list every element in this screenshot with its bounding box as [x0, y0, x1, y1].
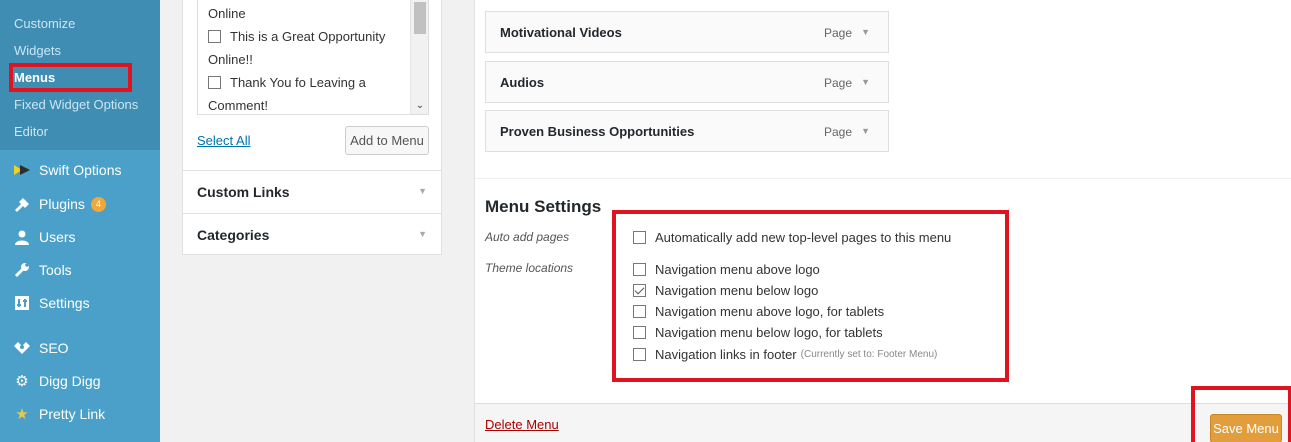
- list-item-label: Thank You fo Leaving a: [230, 75, 366, 90]
- plugin-icon: [12, 194, 32, 214]
- sidebar-item-label: Pretty Link: [39, 406, 106, 422]
- chevron-down-icon[interactable]: ⌄: [411, 100, 428, 111]
- sidebar-item-tools[interactable]: Tools: [12, 259, 72, 281]
- add-menu-items-panel: Online This is a Great Opportunity Onlin…: [182, 0, 442, 255]
- menu-structure-area: Motivational Videos Page ▼ Audios Page ▼…: [474, 0, 1291, 442]
- add-to-menu-button[interactable]: Add to Menu: [345, 126, 429, 155]
- checklist-scrollbar[interactable]: ⌄: [410, 0, 428, 114]
- swift-icon: [12, 160, 32, 180]
- accordion-custom-links[interactable]: Custom Links ▼: [183, 170, 441, 213]
- sidebar-item-label: Swift Options: [39, 162, 122, 178]
- pages-checklist[interactable]: Online This is a Great Opportunity Onlin…: [197, 0, 429, 115]
- users-icon: [12, 227, 32, 247]
- list-item[interactable]: Thank You fo Leaving a: [208, 75, 366, 90]
- menu-item[interactable]: Audios Page ▼: [485, 61, 889, 103]
- sidebar-item-label: Settings: [39, 295, 90, 311]
- menu-item-title: Audios: [500, 75, 545, 90]
- menu-footer: Delete Menu Save Menu: [475, 403, 1291, 442]
- menu-item-title: Proven Business Opportunities: [500, 124, 695, 139]
- menu-item[interactable]: Proven Business Opportunities Page ▼: [485, 110, 889, 152]
- accordion-title: Custom Links: [197, 184, 290, 200]
- settings-highlight-box: [612, 210, 1009, 382]
- gear-icon: ⚙: [15, 373, 29, 390]
- sidebar-item-label: Digg Digg: [39, 373, 101, 389]
- menu-item-title: Motivational Videos: [500, 25, 622, 40]
- menu-item-type: Page: [823, 76, 852, 90]
- accordion-title: Categories: [197, 227, 270, 243]
- triangle-down-icon: ▼: [418, 186, 427, 196]
- menu-item-type: Page: [823, 26, 852, 40]
- sidebar-item-users[interactable]: Users: [12, 226, 76, 248]
- triangle-down-icon[interactable]: ▼: [861, 77, 870, 87]
- menus-highlight-box: [9, 63, 132, 92]
- accordion-categories[interactable]: Categories ▼: [183, 213, 441, 256]
- list-item-label: This is a Great Opportunity: [230, 29, 386, 44]
- submenu-widgets[interactable]: Widgets: [14, 43, 61, 58]
- list-item[interactable]: This is a Great Opportunity: [208, 29, 385, 44]
- submenu-editor[interactable]: Editor: [14, 124, 48, 139]
- list-item-text: Online: [208, 6, 246, 21]
- sidebar-item-plugins[interactable]: Plugins 4: [12, 193, 106, 215]
- sidebar-item-label: Plugins: [39, 196, 85, 212]
- sidebar-item-swift-options[interactable]: Swift Options: [12, 159, 121, 181]
- submenu-fixed-widget-options[interactable]: Fixed Widget Options: [14, 97, 138, 112]
- wrench-icon: [12, 260, 32, 280]
- menu-item[interactable]: Motivational Videos Page ▼: [485, 11, 889, 53]
- theme-locations-label: Theme locations: [485, 261, 574, 275]
- page-checkbox[interactable]: [208, 30, 221, 43]
- settings-icon: [12, 293, 32, 313]
- submenu-customize[interactable]: Customize: [14, 16, 75, 31]
- seo-icon: [12, 338, 32, 358]
- triangle-down-icon[interactable]: ▼: [861, 27, 870, 37]
- sidebar-item-digg-digg[interactable]: ⚙ Digg Digg: [12, 370, 100, 392]
- triangle-down-icon: ▼: [418, 229, 427, 239]
- scrollbar-thumb[interactable]: [414, 2, 426, 34]
- sidebar-item-settings[interactable]: Settings: [12, 292, 90, 314]
- page-checkbox[interactable]: [208, 76, 221, 89]
- menu-settings-title: Menu Settings: [485, 197, 602, 216]
- sidebar-item-label: Users: [39, 229, 76, 245]
- save-highlight-box: [1191, 386, 1291, 442]
- list-item-text: Comment!: [208, 98, 268, 113]
- delete-menu-link[interactable]: Delete Menu: [485, 417, 559, 432]
- divider: [475, 178, 1291, 179]
- star-icon: ★: [15, 406, 29, 423]
- admin-sidebar: Customize Widgets Menus Fixed Widget Opt…: [0, 0, 160, 442]
- sidebar-item-label: Tools: [39, 262, 72, 278]
- sidebar-item-pretty-link[interactable]: ★ Pretty Link: [12, 403, 105, 425]
- select-all-link[interactable]: Select All: [197, 133, 250, 148]
- auto-add-label: Auto add pages: [485, 230, 570, 244]
- update-count-badge: 4: [90, 196, 106, 212]
- list-item-text: Online!!: [208, 52, 253, 67]
- sidebar-item-seo[interactable]: SEO: [12, 337, 69, 359]
- triangle-down-icon[interactable]: ▼: [861, 126, 870, 136]
- sidebar-item-label: SEO: [39, 340, 69, 356]
- menu-item-type: Page: [823, 125, 852, 139]
